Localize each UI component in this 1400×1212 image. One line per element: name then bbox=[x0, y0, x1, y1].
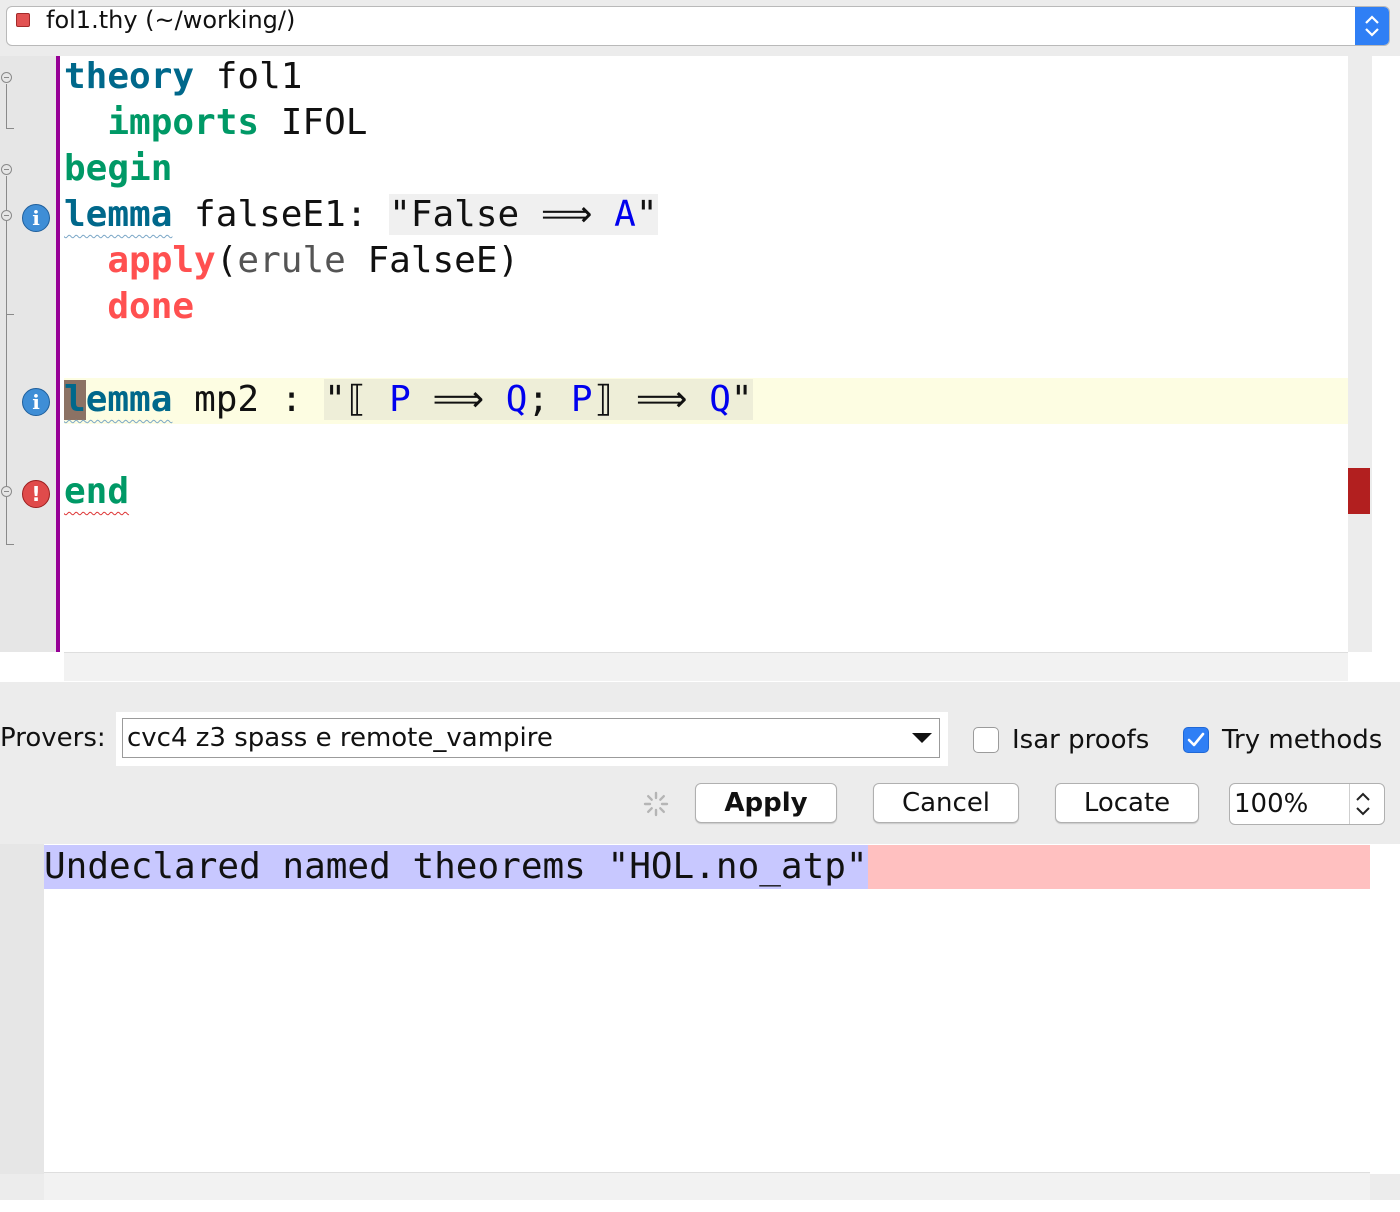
code-line-theory: theory fol1 bbox=[64, 54, 302, 100]
lemma-name: mp2 : bbox=[172, 379, 325, 420]
provers-label: Provers: bbox=[0, 723, 106, 753]
editor-gutter bbox=[0, 56, 56, 652]
fold-toggle-icon[interactable] bbox=[1, 210, 12, 221]
fold-toggle-icon[interactable] bbox=[1, 164, 12, 175]
output-horizontal-scrollbar[interactable] bbox=[44, 1172, 1370, 1201]
output-bottom-margin bbox=[0, 1200, 1400, 1212]
keyword-done: done bbox=[107, 286, 195, 327]
isar-proofs-label[interactable]: Isar proofs bbox=[1012, 724, 1149, 756]
progress-spinner-icon bbox=[642, 790, 670, 822]
info-icon[interactable]: i bbox=[22, 204, 50, 232]
lemma-proposition: "⟦ P ⟹ Q; P⟧ ⟹ Q" bbox=[324, 379, 753, 420]
code-line-lemma-mp2: lemma mp2 : "⟦ P ⟹ Q; P⟧ ⟹ Q" bbox=[64, 377, 753, 423]
theory-name: fol1 bbox=[194, 56, 303, 97]
info-icon[interactable]: i bbox=[22, 388, 50, 416]
keyword-theory: theory bbox=[64, 56, 195, 97]
fold-tick bbox=[6, 544, 14, 545]
code-line-done: done bbox=[64, 284, 194, 330]
fold-toggle-icon[interactable] bbox=[1, 486, 12, 497]
dropdown-arrow-icon[interactable] bbox=[912, 733, 932, 743]
output-vertical-scrollbar[interactable] bbox=[1370, 844, 1400, 1174]
zoom-stepper[interactable] bbox=[1354, 790, 1372, 822]
output-message: Undeclared named theorems "HOL.no_atp" bbox=[44, 845, 868, 889]
keyword-lemma-first-letter: l bbox=[64, 379, 86, 420]
fold-toggle-icon[interactable] bbox=[1, 72, 12, 83]
code-line-apply: apply(erule FalseE) bbox=[107, 240, 520, 281]
code-line-imports: imports IFOL bbox=[64, 100, 367, 146]
editor-horizontal-scrollbar[interactable] bbox=[64, 652, 1348, 681]
error-overview-bar bbox=[1348, 56, 1372, 652]
keyword-lemma: emma bbox=[85, 379, 173, 420]
error-icon[interactable]: ! bbox=[22, 480, 50, 508]
file-selector-stepper[interactable] bbox=[1355, 7, 1389, 45]
lemma-name: falseE1: bbox=[172, 194, 390, 235]
code-line-begin: begin bbox=[64, 146, 172, 192]
output-gutter bbox=[0, 844, 44, 1174]
keyword-end: end bbox=[64, 471, 130, 512]
try-methods-label[interactable]: Try methods bbox=[1222, 724, 1382, 756]
zoom-divider bbox=[1349, 784, 1350, 824]
fold-tick bbox=[6, 314, 14, 315]
code-line-end: end bbox=[64, 469, 129, 515]
keyword-imports: imports bbox=[107, 102, 260, 143]
error-overview-marker[interactable] bbox=[1348, 468, 1370, 514]
keyword-apply: apply bbox=[107, 240, 216, 281]
fold-line bbox=[6, 84, 7, 128]
chevron-updown-icon bbox=[1365, 15, 1379, 37]
keyword-begin: begin bbox=[64, 148, 173, 189]
keyword-lemma: lemma bbox=[64, 194, 173, 235]
chevron-updown-icon bbox=[1356, 792, 1370, 816]
output-area[interactable] bbox=[44, 844, 1370, 1172]
provers-combobox[interactable]: cvc4 z3 spass e remote_vampire bbox=[122, 718, 940, 758]
theory-file-icon bbox=[16, 13, 30, 27]
code-line-lemma-falsee1: lemma falseE1: "False ⟹ A" bbox=[64, 192, 658, 238]
checkmark-icon bbox=[1187, 732, 1205, 747]
lemma-proposition: "False ⟹ A" bbox=[389, 194, 658, 235]
zoom-value[interactable]: 100% bbox=[1234, 788, 1308, 820]
try-methods-checkbox[interactable] bbox=[1183, 727, 1209, 753]
proof-method: erule bbox=[237, 240, 346, 281]
imported-theory: IFOL bbox=[259, 102, 368, 143]
editor-vertical-scrollbar[interactable] bbox=[1372, 56, 1400, 652]
cancel-button[interactable]: Cancel bbox=[873, 783, 1019, 823]
apply-button[interactable]: Apply bbox=[695, 783, 837, 823]
file-selector-label: fol1.thy (~/working/) bbox=[46, 6, 296, 34]
locate-button[interactable]: Locate bbox=[1055, 783, 1199, 823]
fold-tick bbox=[6, 128, 14, 129]
isar-proofs-checkbox[interactable] bbox=[973, 727, 999, 753]
